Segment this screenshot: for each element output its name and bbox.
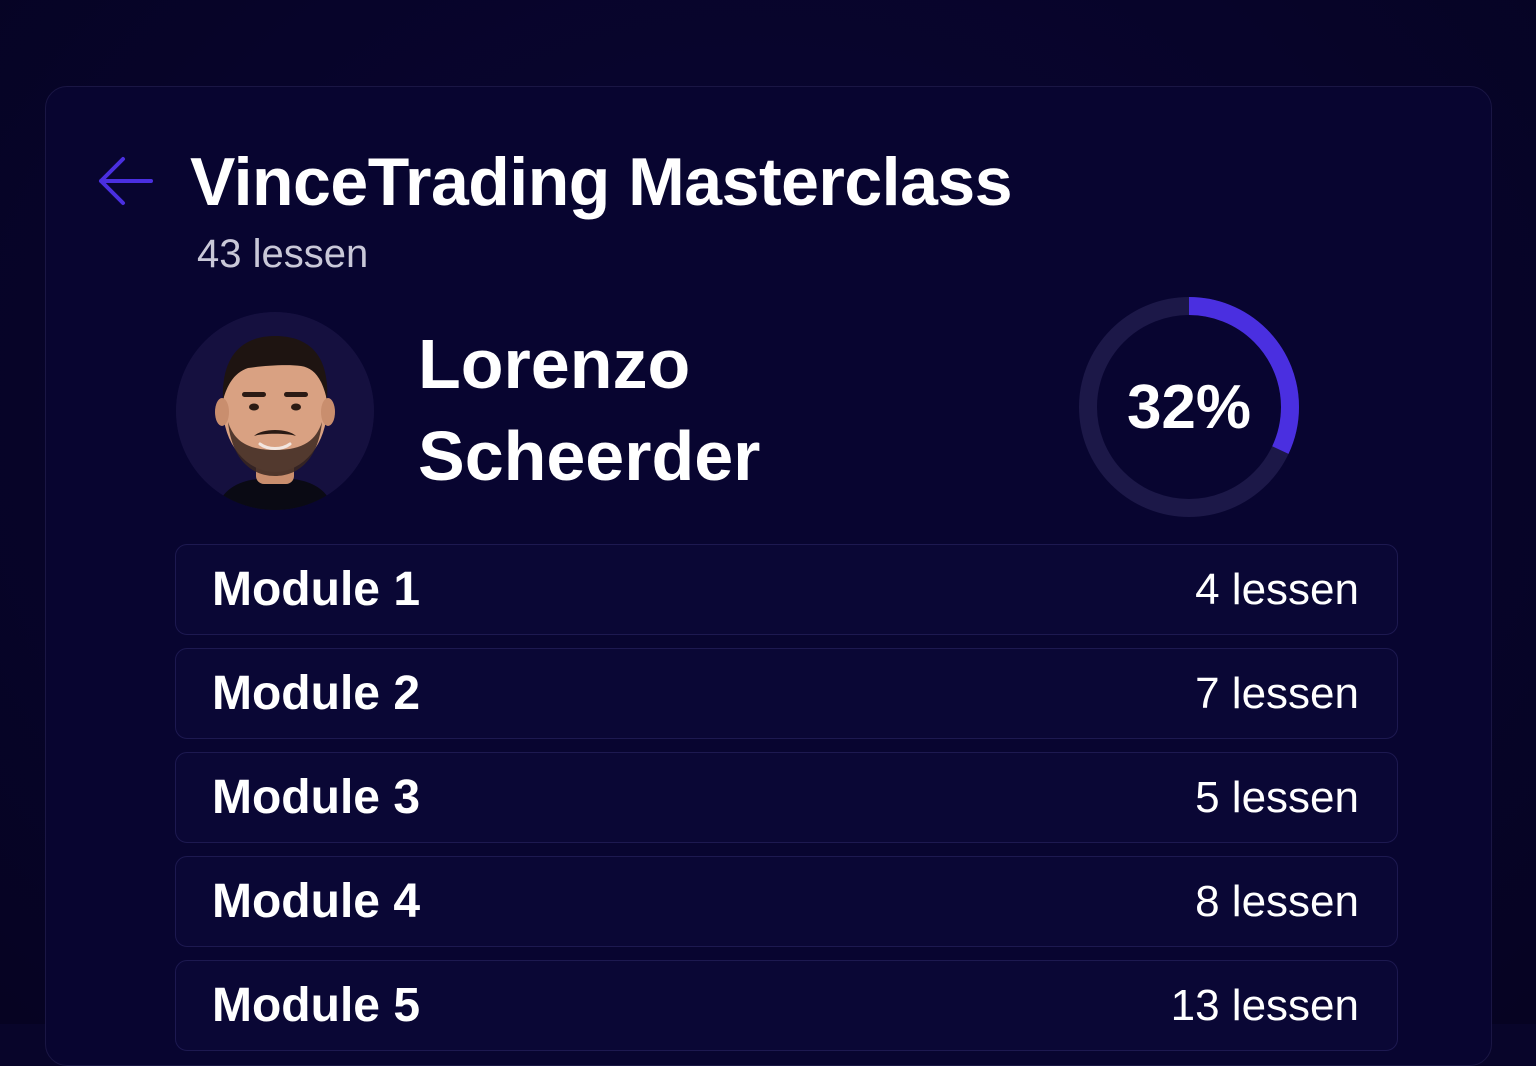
instructor-name: Lorenzo Scheerder [418, 318, 760, 502]
person-portrait-icon [176, 312, 374, 510]
instructor-last-name: Scheerder [418, 417, 761, 495]
module-lesson-count: 8 lessen [1195, 876, 1359, 926]
instructor-first-name: Lorenzo [418, 325, 691, 403]
course-lesson-count: 43 lessen [197, 232, 369, 276]
module-name: Module 2 [212, 667, 421, 720]
module-list: Module 1 4 lessen Module 2 7 lessen Modu… [175, 544, 1398, 1064]
module-name: Module 1 [212, 563, 421, 616]
course-title: VinceTrading Masterclass [190, 144, 1013, 220]
progress-percent: 32% [1126, 372, 1252, 442]
module-lesson-count: 7 lessen [1195, 668, 1359, 718]
module-row[interactable]: Module 1 4 lessen [175, 544, 1398, 635]
arrow-left-icon [99, 157, 153, 205]
module-name: Module 3 [212, 771, 421, 824]
module-lesson-count: 5 lessen [1195, 772, 1359, 822]
back-button[interactable] [90, 150, 160, 212]
module-name: Module 4 [212, 875, 421, 928]
module-row[interactable]: Module 2 7 lessen [175, 648, 1398, 739]
module-row[interactable]: Module 5 13 lessen [175, 960, 1398, 1051]
avatar [176, 312, 374, 510]
module-name: Module 5 [212, 979, 421, 1032]
module-row[interactable]: Module 4 8 lessen [175, 856, 1398, 947]
module-lesson-count: 4 lessen [1195, 564, 1359, 614]
module-lesson-count: 13 lessen [1170, 980, 1359, 1030]
module-row[interactable]: Module 3 5 lessen [175, 752, 1398, 843]
